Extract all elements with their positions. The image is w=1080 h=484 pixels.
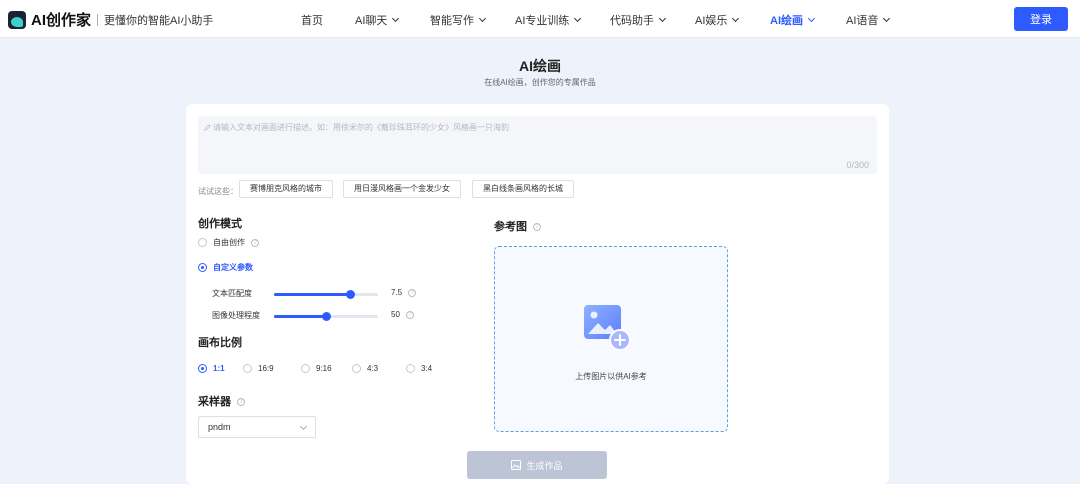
suggestion-chip[interactable]: 用日漫风格画一个金发少女 <box>343 180 461 198</box>
question-circle-icon[interactable]: ? <box>251 238 259 247</box>
mode-option-free[interactable]: 自由创作? <box>198 237 259 248</box>
slider-handle[interactable] <box>345 290 355 299</box>
sampler-title: 采样器? <box>198 393 245 409</box>
chevron-down-icon <box>478 14 487 23</box>
slider-label-text-match: 文本匹配度 <box>212 289 252 298</box>
mode-title-text: 创作模式 <box>198 218 242 230</box>
brand-slogan: 更懂你的智能AI小助手 <box>104 14 214 27</box>
ratio-option-16-9[interactable]: 16:9 <box>243 364 274 373</box>
text-match-value: 7.5? <box>391 288 417 297</box>
chevron-down-icon <box>658 14 667 23</box>
mode-option-custom[interactable]: 自定义参数 <box>198 262 253 273</box>
generate-label: 生成作品 <box>526 460 563 471</box>
radio-label: 自定义参数 <box>213 263 253 272</box>
prompt-placeholder-text: 请输入文本对画面进行描述。如：用徐米尔的《戴珍珠耳环的少女》风格画一只海豹 <box>213 123 509 132</box>
top-navigation-bar: AI创作家 更懂你的智能AI小助手 首页 AI聊天 智能写作 AI专业训练 代码… <box>0 0 1080 38</box>
radio-label: 1:1 <box>213 364 225 373</box>
question-circle-icon[interactable]: ? <box>408 288 417 297</box>
generate-button[interactable]: 生成作品 <box>467 451 607 479</box>
chevron-down-icon <box>732 14 740 23</box>
reference-upload-area[interactable]: 上传图片以供AI参考 <box>494 246 728 432</box>
nav-ai-training[interactable]: AI专业训练 <box>515 12 582 28</box>
nav-ai-chat[interactable]: AI聊天 <box>355 12 400 28</box>
radio-checked-icon <box>198 364 207 373</box>
login-button[interactable]: 登录 <box>1014 7 1068 31</box>
nav-label: 首页 <box>301 15 323 27</box>
ratio-option-1-1[interactable]: 1:1 <box>198 364 225 373</box>
nav-label: AI聊天 <box>355 15 388 27</box>
prompt-placeholder: 请输入文本对画面进行描述。如：用徐米尔的《戴珍珠耳环的少女》风格画一只海豹 <box>204 122 509 133</box>
ratio-option-3-4[interactable]: 3:4 <box>406 364 432 373</box>
prompt-textarea[interactable]: 请输入文本对画面进行描述。如：用徐米尔的《戴珍珠耳环的少女》风格画一只海豹 0/… <box>198 116 877 174</box>
image-add-icon <box>584 305 631 351</box>
chevron-down-icon <box>299 422 308 431</box>
slider-handle[interactable] <box>322 312 331 321</box>
slider-label-image-process: 图像处理程度 <box>212 311 260 320</box>
suggestion-chip[interactable]: 赛博朋克风格的城市 <box>239 180 333 198</box>
image-process-value: 50? <box>391 310 414 319</box>
nav-ai-painting[interactable]: AI绘画 <box>770 12 816 28</box>
nav-code-assistant[interactable]: 代码助手 <box>610 12 667 28</box>
nav-label: AI专业训练 <box>515 15 570 27</box>
chevron-down-icon <box>883 14 891 23</box>
chevron-down-icon <box>574 14 582 23</box>
ratio-option-9-16[interactable]: 9:16 <box>301 364 332 373</box>
pencil-icon <box>204 124 211 131</box>
radio-icon <box>243 364 252 373</box>
slider-value: 7.5 <box>391 288 403 297</box>
page-title: AI绘画 <box>519 58 561 74</box>
radio-label: 3:4 <box>421 364 433 373</box>
reference-title: 参考图? <box>494 218 541 234</box>
radio-icon <box>406 364 415 373</box>
radio-icon <box>352 364 361 373</box>
nav-label: AI语音 <box>846 15 879 27</box>
mode-title: 创作模式 <box>198 215 242 231</box>
question-circle-icon[interactable]: ? <box>237 398 245 407</box>
brand-name: AI创作家 <box>31 12 92 29</box>
nav-label: AI绘画 <box>770 15 803 27</box>
image-icon <box>511 460 522 470</box>
sampler-select[interactable]: pndm <box>198 416 316 438</box>
chevron-down-icon <box>807 14 816 23</box>
painting-form-card: 请输入文本对画面进行描述。如：用徐米尔的《戴珍珠耳环的少女》风格画一只海豹 0/… <box>186 104 889 484</box>
radio-label: 16:9 <box>258 364 274 373</box>
radio-checked-icon <box>198 263 207 272</box>
question-circle-icon[interactable]: ? <box>405 310 414 319</box>
brand-logo[interactable]: AI创作家 更懂你的智能AI小助手 <box>8 9 213 30</box>
nav-ai-entertainment[interactable]: AI娱乐 <box>695 12 740 28</box>
brand-divider <box>97 13 99 26</box>
radio-icon <box>301 364 310 373</box>
reference-title-text: 参考图 <box>494 221 527 233</box>
ratio-option-4-3[interactable]: 4:3 <box>352 364 378 373</box>
nav-smart-writing[interactable]: 智能写作 <box>430 12 487 28</box>
nav-label: AI娱乐 <box>695 15 728 27</box>
question-circle-icon[interactable]: ? <box>533 223 541 232</box>
slider-fill <box>274 293 350 296</box>
radio-label: 9:16 <box>316 364 332 373</box>
sampler-title-text: 采样器 <box>198 396 231 408</box>
nav-label: 代码助手 <box>610 15 654 27</box>
slider-value: 50 <box>391 310 400 319</box>
suggestions-label: 试试这些： <box>198 187 238 196</box>
radio-icon <box>198 238 207 247</box>
page-subtitle: 在线AI绘画，创作您的专属作品 <box>484 78 596 87</box>
brand-logo-icon <box>8 10 26 29</box>
nav-home[interactable]: 首页 <box>301 12 323 28</box>
sampler-value: pndm <box>208 422 231 432</box>
nav-label: 智能写作 <box>430 15 474 27</box>
radio-label: 自由创作 <box>213 238 245 247</box>
char-counter: 0/300 <box>846 160 869 170</box>
slider-fill <box>274 315 326 318</box>
chevron-down-icon <box>392 14 400 23</box>
radio-label: 4:3 <box>367 364 379 373</box>
text-match-slider[interactable] <box>274 290 378 299</box>
suggestion-chip[interactable]: 黑白线条画风格的长城 <box>472 180 574 198</box>
image-process-slider[interactable] <box>274 312 378 321</box>
upload-hint: 上传图片以供AI参考 <box>575 372 647 381</box>
nav-ai-voice[interactable]: AI语音 <box>846 12 891 28</box>
ratio-title: 画布比例 <box>198 337 242 349</box>
